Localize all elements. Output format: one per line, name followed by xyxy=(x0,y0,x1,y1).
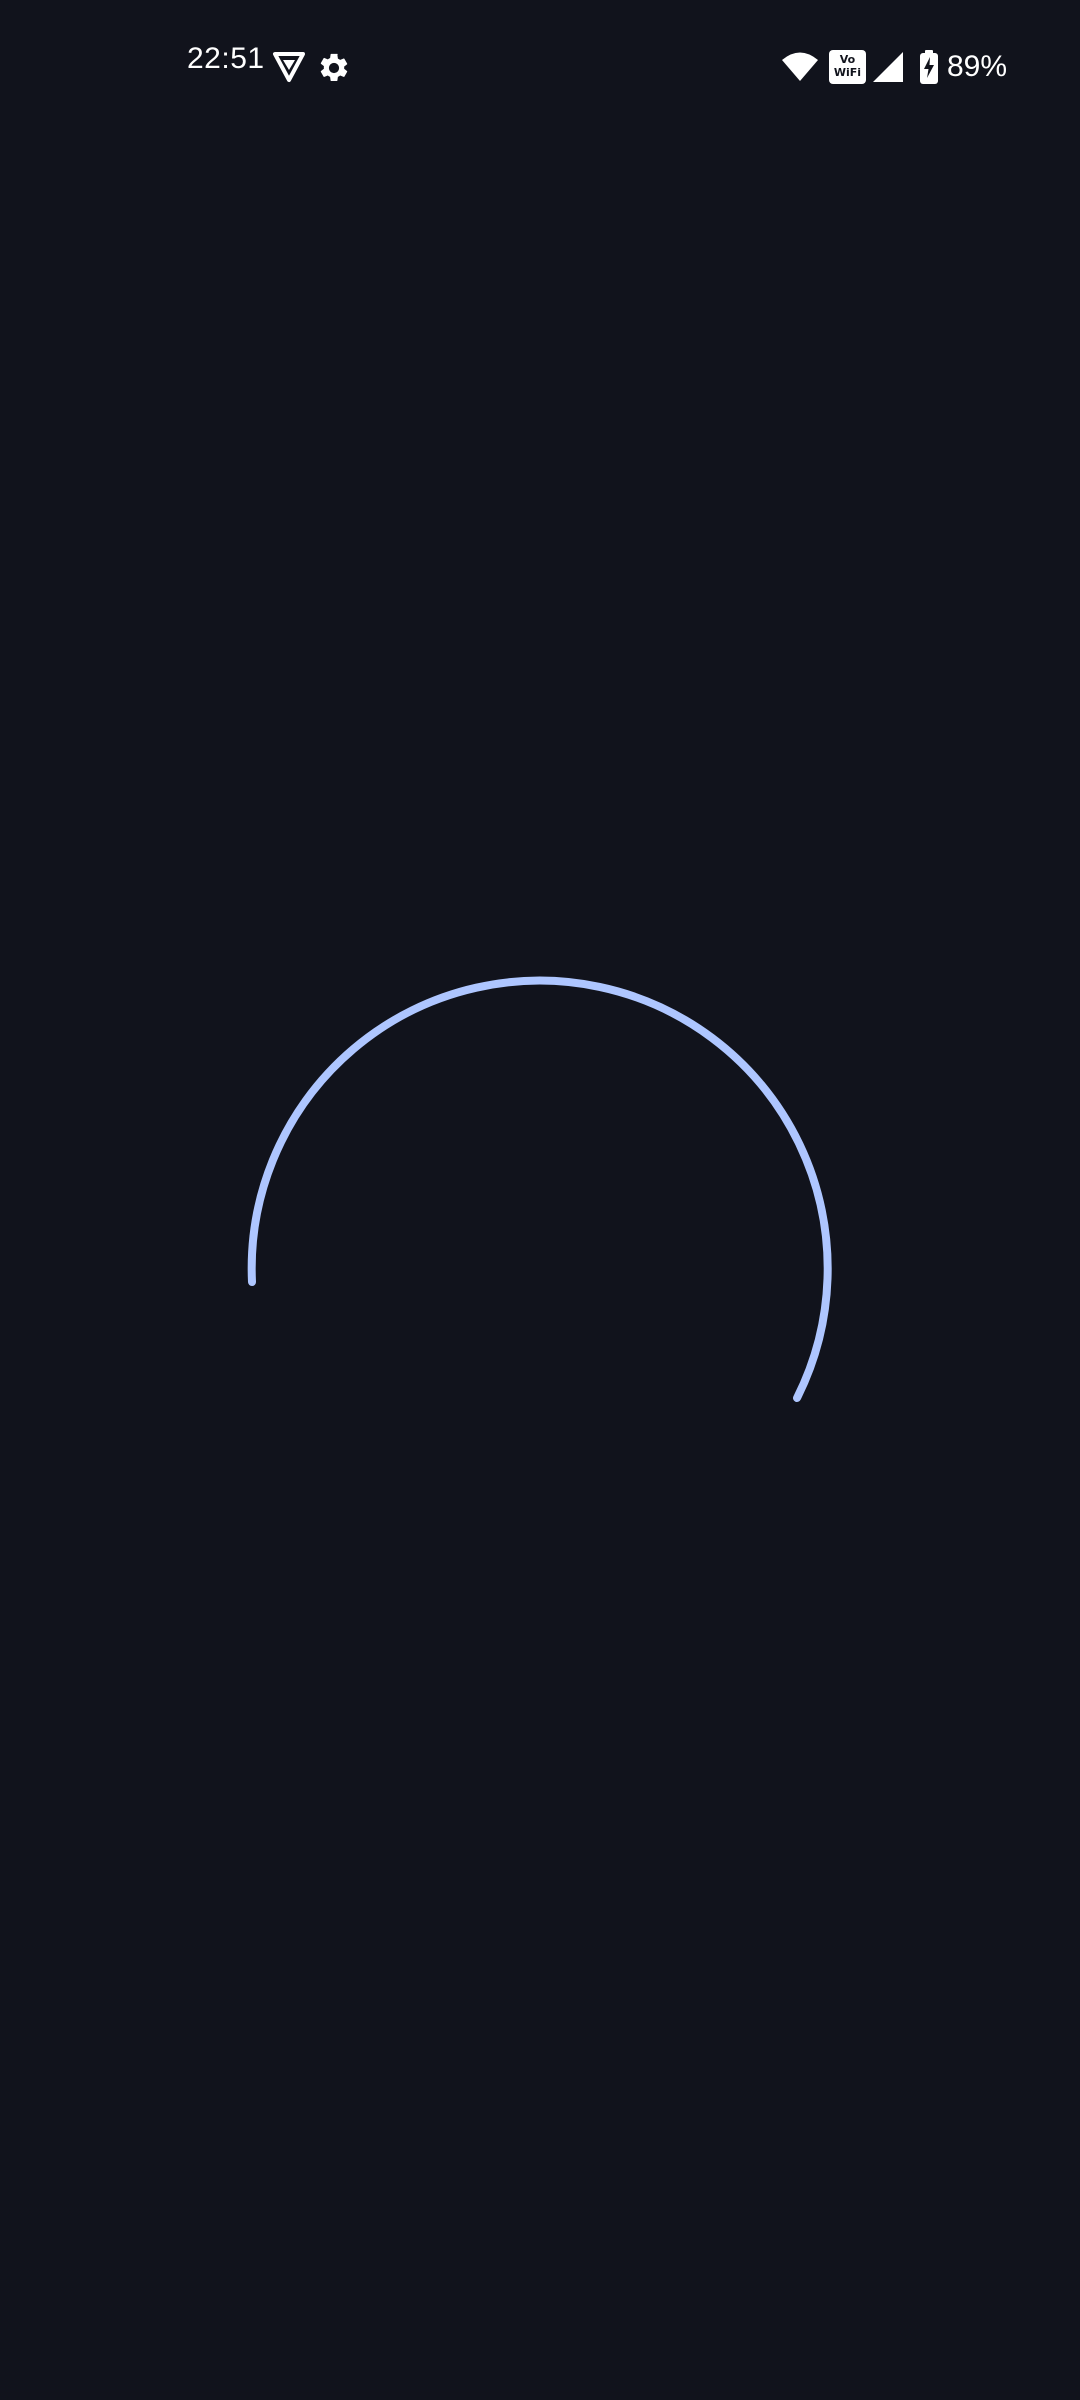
spinner-arc xyxy=(247,976,832,1402)
loading-spinner xyxy=(247,976,832,1402)
app-screen: 22:51 Vo WiFi 89% xyxy=(0,0,1080,2400)
